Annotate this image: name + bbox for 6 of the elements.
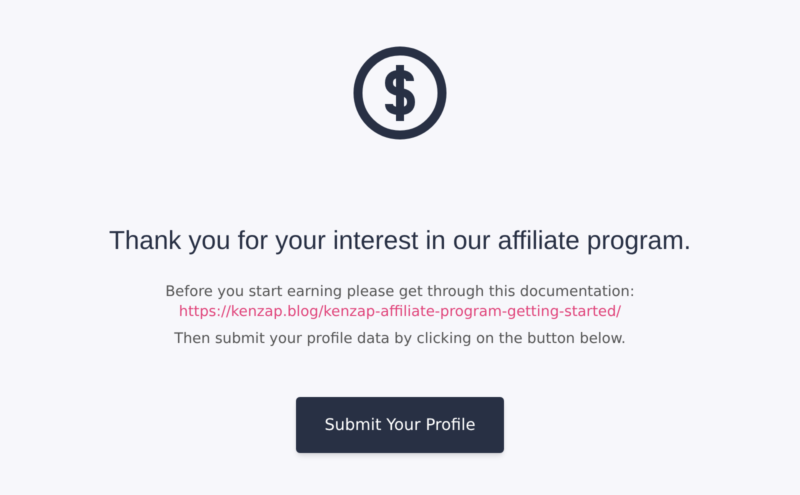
intro-text: Before you start earning please get through this documentation: https://kenzap.blog/kenzap-affiliate-program-getting-started/ bbox=[164, 283, 636, 322]
submit-profile-button[interactable]: Submit Your Profile bbox=[296, 396, 504, 453]
instruction-text: Then submit your profile data by clicking on the button below. bbox=[174, 330, 626, 349]
dollar-coin-icon bbox=[352, 45, 448, 141]
heading: Thank you for your interest in our affiliate program. bbox=[109, 224, 691, 257]
documentation-link[interactable]: https://kenzap.blog/kenzap-affiliate-program-getting-started/ bbox=[178, 304, 622, 320]
